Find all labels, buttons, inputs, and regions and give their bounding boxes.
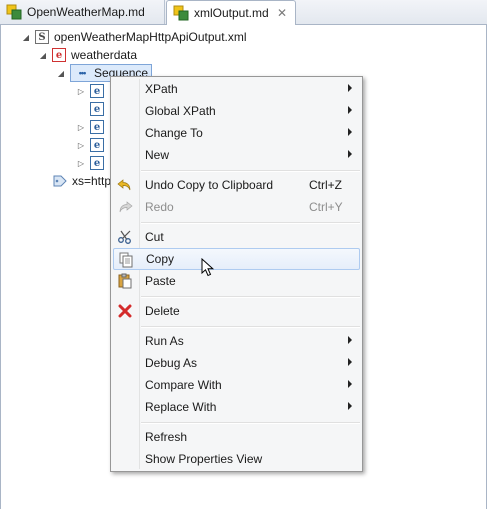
menu-item-label: XPath [145, 82, 178, 96]
menu-item-label: Redo [145, 200, 174, 214]
paste-icon [117, 273, 133, 289]
delete-icon [117, 303, 133, 319]
menu-item-shortcut: Ctrl+Z [309, 178, 342, 192]
element-icon: e [90, 102, 104, 116]
tree-row-child[interactable]: ▷ e [76, 82, 109, 100]
menu-item-label: Compare With [145, 378, 222, 392]
expanded-twisty-icon[interactable]: ◢ [21, 32, 31, 42]
context-menu: XPath Global XPath Change To New Undo Co… [110, 76, 363, 472]
tree-row-namespace[interactable]: xs=http [52, 172, 111, 190]
tree-row-root[interactable]: ◢ S openWeatherMapHttpApiOutput.xml [21, 28, 247, 46]
menu-separator [141, 222, 360, 224]
tree-row-weatherdata[interactable]: ◢ e weatherdata [38, 46, 137, 64]
element-icon: e [52, 48, 66, 62]
menu-item-redo[interactable]: Redo Ctrl+Y [113, 196, 360, 218]
tree-label-weatherdata: weatherdata [71, 48, 138, 62]
menu-item-label: Debug As [145, 356, 198, 370]
menu-item-label: Copy [146, 252, 175, 266]
tree-row-child[interactable]: ▷ e [76, 154, 109, 172]
tree-row-child[interactable]: ▷ e [76, 136, 109, 154]
element-icon: e [90, 120, 104, 134]
expanded-twisty-icon[interactable]: ◢ [38, 50, 48, 60]
tab-label: OpenWeatherMap.md [27, 5, 145, 19]
menu-item-shortcut: Ctrl+Y [309, 200, 343, 214]
element-icon: e [90, 156, 104, 170]
menu-item-show-properties-view[interactable]: Show Properties View [113, 448, 360, 470]
menu-separator [141, 326, 360, 328]
undo-icon [117, 177, 133, 193]
menu-item-undo[interactable]: Undo Copy to Clipboard Ctrl+Z [113, 174, 360, 196]
tab-openweathermap[interactable]: OpenWeatherMap.md [0, 0, 165, 24]
collapsed-twisty-icon[interactable]: ▷ [76, 122, 86, 132]
element-icon: e [90, 84, 104, 98]
expanded-twisty-icon[interactable]: ◢ [56, 68, 66, 78]
markdown-file-icon [173, 5, 189, 21]
tree-label-root: openWeatherMapHttpApiOutput.xml [54, 30, 247, 44]
submenu-arrow-icon [348, 84, 352, 92]
submenu-arrow-icon [348, 336, 352, 344]
menu-separator [141, 296, 360, 298]
menu-item-xpath[interactable]: XPath [113, 78, 360, 100]
submenu-arrow-icon [348, 106, 352, 114]
submenu-arrow-icon [348, 150, 352, 158]
tree-label-namespace: xs=http [72, 174, 112, 188]
submenu-arrow-icon [348, 380, 352, 388]
menu-item-replace-with[interactable]: Replace With [113, 396, 360, 418]
submenu-arrow-icon [348, 358, 352, 366]
menu-item-run-as[interactable]: Run As [113, 330, 360, 352]
tab-label: xmlOutput.md [194, 6, 269, 20]
menu-item-label: Refresh [145, 430, 188, 444]
menu-item-change-to[interactable]: Change To [113, 122, 360, 144]
element-icon: e [90, 138, 104, 152]
collapsed-twisty-icon[interactable]: ▷ [76, 158, 86, 168]
menu-item-label: Show Properties View [145, 452, 263, 466]
scissors-icon [117, 229, 133, 245]
copy-icon [118, 252, 134, 268]
menu-item-label: Paste [145, 274, 176, 288]
menu-separator [141, 170, 360, 172]
menu-item-copy[interactable]: Copy [113, 248, 360, 270]
menu-item-label: Global XPath [145, 104, 216, 118]
menu-item-cut[interactable]: Cut [113, 226, 360, 248]
menu-item-new[interactable]: New [113, 144, 360, 166]
editor-tab-strip: OpenWeatherMap.md xmlOutput.md ✕ [0, 0, 487, 25]
redo-icon [117, 199, 133, 215]
menu-item-paste[interactable]: Paste [113, 270, 360, 292]
tab-xmloutput[interactable]: xmlOutput.md ✕ [166, 0, 296, 25]
collapsed-twisty-icon[interactable]: ▷ [76, 140, 86, 150]
menu-item-label: Change To [145, 126, 203, 140]
collapsed-twisty-icon[interactable]: ▷ [76, 86, 86, 96]
close-tab-icon[interactable]: ✕ [277, 6, 287, 20]
menu-item-delete[interactable]: Delete [113, 300, 360, 322]
menu-item-label: Undo Copy to Clipboard [145, 178, 274, 192]
menu-item-label: Replace With [145, 400, 217, 414]
menu-separator [141, 422, 360, 424]
markdown-file-icon [6, 4, 22, 20]
menu-item-global-xpath[interactable]: Global XPath [113, 100, 360, 122]
menu-item-debug-as[interactable]: Debug As [113, 352, 360, 374]
schema-file-icon: S [35, 30, 49, 44]
menu-item-compare-with[interactable]: Compare With [113, 374, 360, 396]
menu-item-label: Run As [145, 334, 184, 348]
tree-row-child[interactable]: ▷ e [76, 118, 109, 136]
submenu-arrow-icon [348, 128, 352, 136]
tree-row-child[interactable]: ▷ e [76, 100, 109, 118]
namespace-tag-icon [53, 175, 67, 187]
sequence-icon: ••• [78, 68, 86, 78]
menu-item-label: New [145, 148, 170, 162]
menu-item-label: Cut [145, 230, 164, 244]
menu-item-refresh[interactable]: Refresh [113, 426, 360, 448]
menu-item-label: Delete [145, 304, 180, 318]
mouse-pointer-icon [201, 258, 215, 277]
submenu-arrow-icon [348, 402, 352, 410]
